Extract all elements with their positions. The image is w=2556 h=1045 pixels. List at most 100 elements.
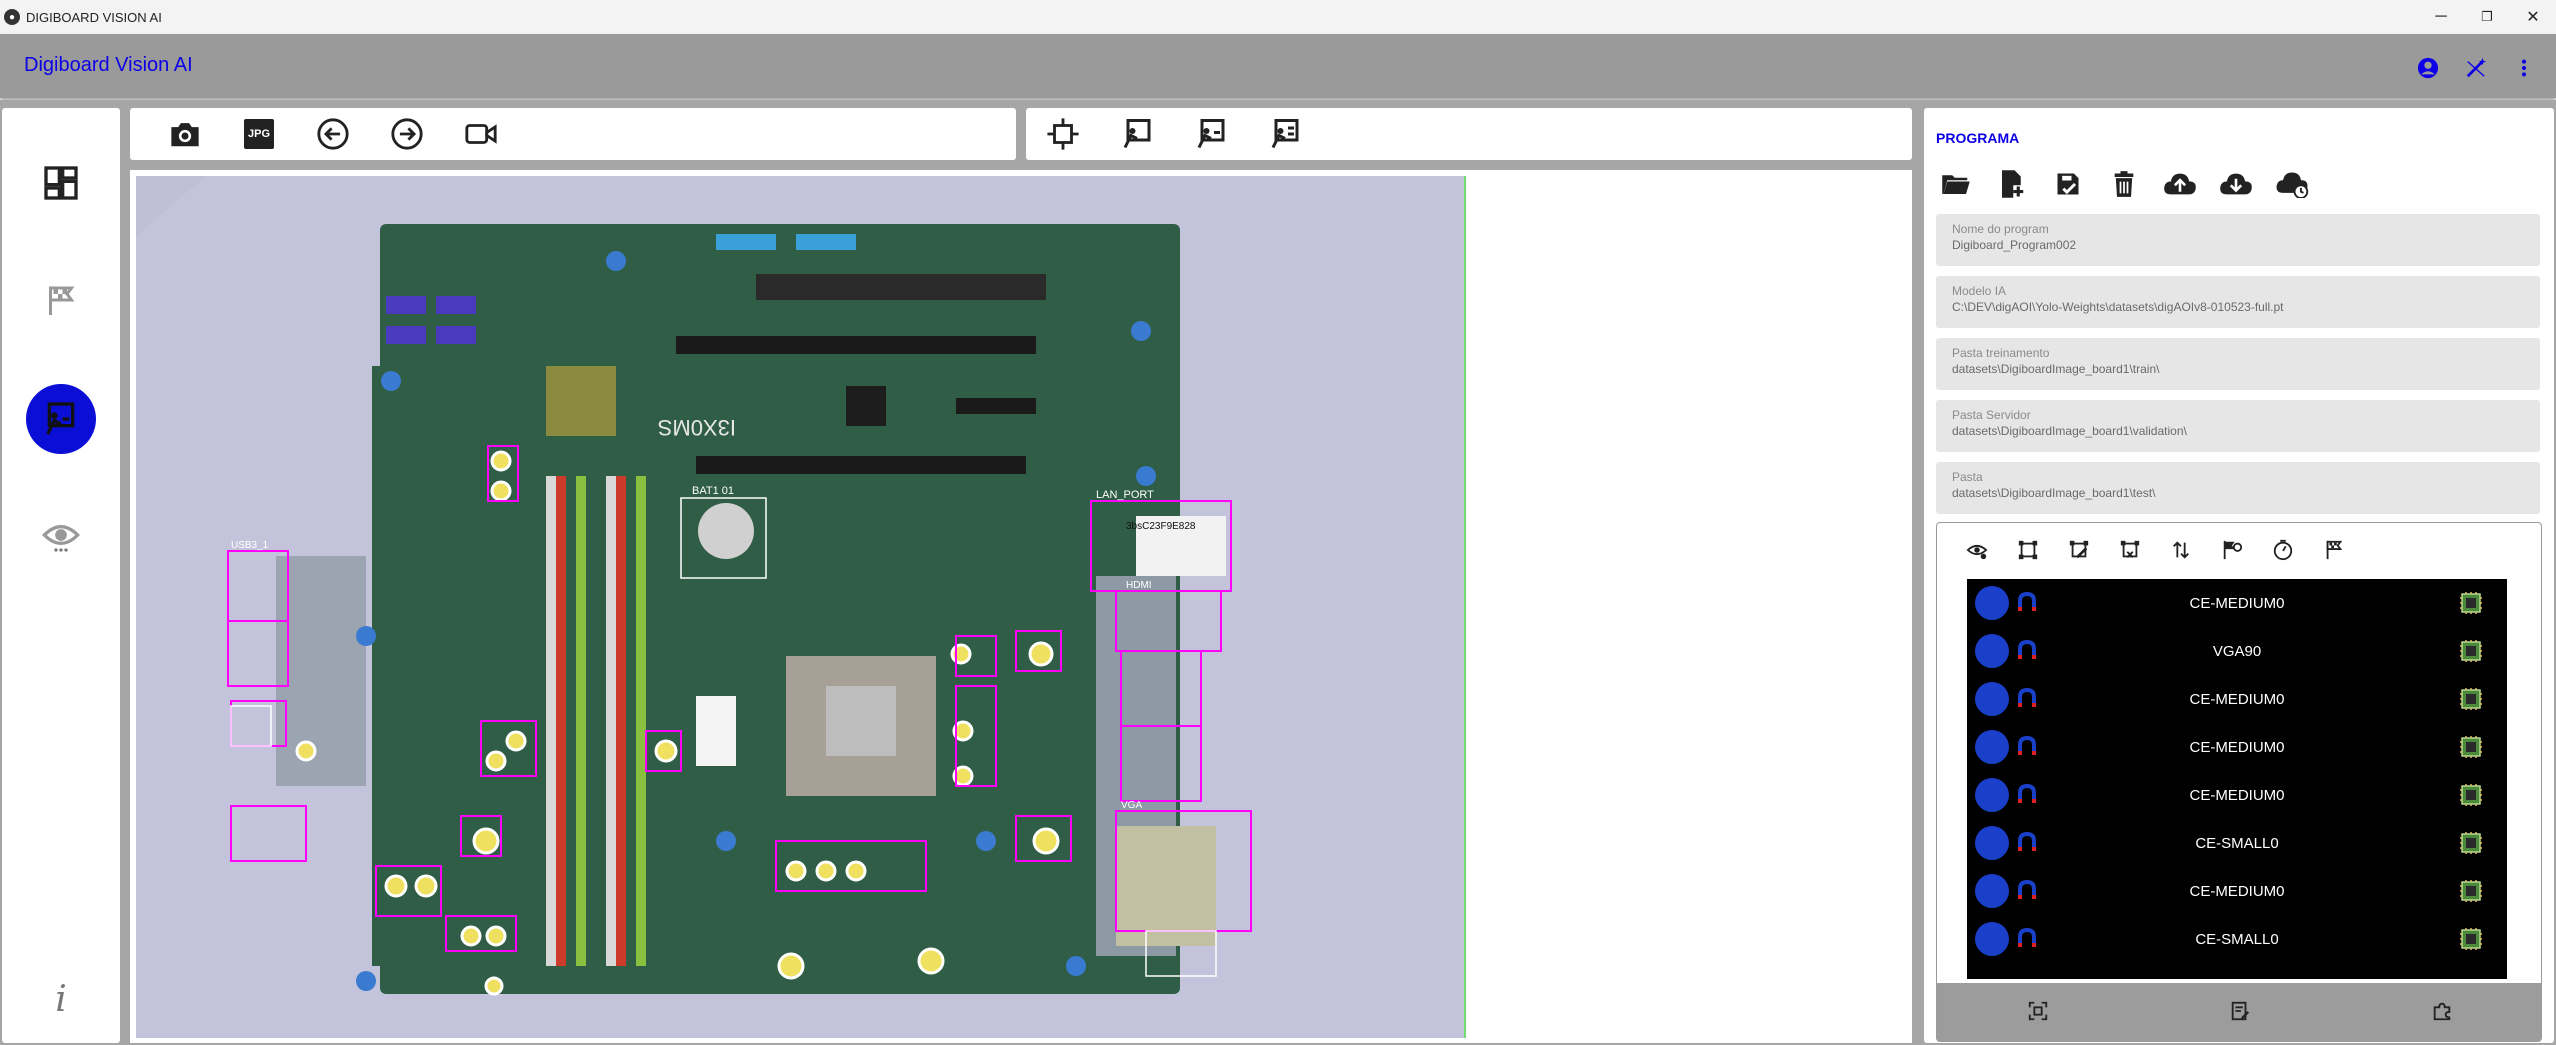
account-icon[interactable]: [2414, 54, 2442, 82]
chip-icon[interactable]: [2459, 639, 2483, 668]
model-ia-value: C:\DEV\digAOI\Yolo-Weights\datasets\digA…: [1952, 300, 2284, 314]
vga-label: VGA: [1121, 800, 1142, 811]
image-canvas[interactable]: BAT1 01 LAN_PORT 3bsC23F9E828 HDMI VGA U…: [130, 170, 1912, 1043]
jpg-icon[interactable]: JPG: [222, 108, 296, 160]
component-name: CE-MEDIUM0: [2189, 786, 2285, 804]
status-dot[interactable]: [1975, 826, 2009, 860]
list-item[interactable]: CE-SMALL0: [1967, 819, 2507, 867]
video-icon[interactable]: [444, 108, 518, 160]
magnet-icon[interactable]: [2015, 783, 2039, 812]
component-name: VGA90: [2212, 642, 2262, 660]
camera-icon[interactable]: [148, 108, 222, 160]
server-folder-field[interactable]: Pasta Servidor datasets\DigiboardImage_b…: [1936, 400, 2540, 452]
program-name-field[interactable]: Nome do program Digiboard_Program002: [1936, 214, 2540, 266]
magnet-icon[interactable]: [2015, 735, 2039, 764]
program-panel: PROGRAMA Nome do program Digiboard_Progr…: [1924, 108, 2554, 1043]
view-icon[interactable]: [26, 500, 96, 570]
component-name: CE-SMALL0: [2195, 930, 2279, 948]
server-folder-value: datasets\DigiboardImage_board1\validatio…: [1952, 424, 2187, 438]
chip-icon[interactable]: [2459, 687, 2483, 716]
edit-box-icon[interactable]: [2053, 533, 2104, 567]
model-label: I3X0MS: [658, 415, 736, 440]
flag-icon[interactable]: [26, 265, 96, 335]
close-button[interactable]: ✕: [2510, 0, 2556, 34]
magnet-icon[interactable]: [2015, 879, 2039, 908]
magnet-icon[interactable]: [2015, 639, 2039, 668]
component-name: CE-SMALL0: [2195, 834, 2279, 852]
model-ia-field[interactable]: Modelo IA C:\DEV\digAOI\Yolo-Weights\dat…: [1936, 276, 2540, 328]
dashboard-icon[interactable]: [26, 148, 96, 218]
component-name: CE-MEDIUM0: [2189, 882, 2285, 900]
nav-rail: i: [2, 108, 120, 1043]
upload-cloud-icon[interactable]: [2152, 160, 2208, 208]
scan-icon[interactable]: [2027, 1000, 2049, 1027]
magnet-icon[interactable]: [2015, 831, 2039, 860]
status-dot[interactable]: [1975, 634, 2009, 668]
timer-icon[interactable]: [2257, 533, 2308, 567]
status-dot[interactable]: [1975, 922, 2009, 956]
magnet-icon[interactable]: [2015, 687, 2039, 716]
crop-icon[interactable]: [1026, 108, 1100, 160]
puzzle-icon[interactable]: [2431, 1000, 2453, 1027]
app-logo-icon: ●: [4, 9, 20, 25]
status-dot[interactable]: [1975, 730, 2009, 764]
restore-button[interactable]: ❐: [2464, 0, 2510, 34]
board-image[interactable]: BAT1 01 LAN_PORT 3bsC23F9E828 HDMI VGA U…: [136, 176, 1466, 1038]
list-item[interactable]: CE-MEDIUM0: [1967, 579, 2507, 627]
open-folder-icon[interactable]: [1928, 160, 1984, 208]
list-item[interactable]: CE-MEDIUM0: [1967, 723, 2507, 771]
chip-icon[interactable]: [2459, 783, 2483, 812]
cloud-sync-icon[interactable]: [2264, 160, 2320, 208]
flag-settings-icon[interactable]: [2206, 533, 2257, 567]
more-menu-icon[interactable]: [2510, 54, 2538, 82]
save-icon[interactable]: [2040, 160, 2096, 208]
status-dot[interactable]: [1975, 682, 2009, 716]
component-name: CE-MEDIUM0: [2189, 738, 2285, 756]
chip-icon[interactable]: [2459, 927, 2483, 956]
inspect-b-icon[interactable]: [1174, 108, 1248, 160]
select-icon[interactable]: [2002, 533, 2053, 567]
status-dot[interactable]: [1975, 778, 2009, 812]
window-title: DIGIBOARD VISION AI: [26, 9, 162, 25]
component-name: CE-MEDIUM0: [2189, 594, 2285, 612]
forward-icon[interactable]: [370, 108, 444, 160]
list-item[interactable]: CE-MEDIUM0: [1967, 771, 2507, 819]
pcb-drawing: BAT1 01 LAN_PORT 3bsC23F9E828 HDMI VGA U…: [136, 176, 1464, 1038]
training-folder-label: Pasta treinamento: [1952, 346, 2050, 360]
back-icon[interactable]: [296, 108, 370, 160]
new-file-icon[interactable]: [1984, 160, 2040, 208]
program-name-label: Nome do program: [1952, 222, 2049, 236]
eye-settings-icon[interactable]: [1951, 533, 2002, 567]
status-dot[interactable]: [1975, 586, 2009, 620]
auto-fix-icon[interactable]: [2462, 54, 2490, 82]
minimize-button[interactable]: ─: [2418, 0, 2464, 34]
magnet-icon[interactable]: [2015, 927, 2039, 956]
chip-icon[interactable]: [2459, 735, 2483, 764]
chip-icon[interactable]: [2459, 831, 2483, 860]
sort-icon[interactable]: [2155, 533, 2206, 567]
list-edit-icon[interactable]: [2229, 1000, 2251, 1027]
program-name-value: Digiboard_Program002: [1952, 238, 2077, 252]
list-item[interactable]: CE-MEDIUM0: [1967, 867, 2507, 915]
inspect-c-icon[interactable]: [1248, 108, 1322, 160]
chip-icon[interactable]: [2459, 591, 2483, 620]
list-item[interactable]: VGA90: [1967, 627, 2507, 675]
inspect-icon[interactable]: [26, 384, 96, 454]
component-list-tools: [1951, 533, 2359, 567]
remove-box-icon[interactable]: [2104, 533, 2155, 567]
training-folder-field[interactable]: Pasta treinamento datasets\DigiboardImag…: [1936, 338, 2540, 390]
list-item[interactable]: CE-MEDIUM0: [1967, 675, 2507, 723]
status-dot[interactable]: [1975, 874, 2009, 908]
server-folder-label: Pasta Servidor: [1952, 408, 2031, 422]
list-item[interactable]: CE-SMALL0: [1967, 915, 2507, 963]
chip-icon[interactable]: [2459, 879, 2483, 908]
download-cloud-icon[interactable]: [2208, 160, 2264, 208]
delete-icon[interactable]: [2096, 160, 2152, 208]
info-icon[interactable]: i: [26, 964, 96, 1034]
magnet-icon[interactable]: [2015, 591, 2039, 620]
flag-icon[interactable]: [2308, 533, 2359, 567]
test-folder-field[interactable]: Pasta datasets\DigiboardImage_board1\tes…: [1936, 462, 2540, 514]
inspect-a-icon[interactable]: [1100, 108, 1174, 160]
component-list-footer: [1937, 983, 2541, 1041]
program-title: PROGRAMA: [1936, 130, 2020, 146]
